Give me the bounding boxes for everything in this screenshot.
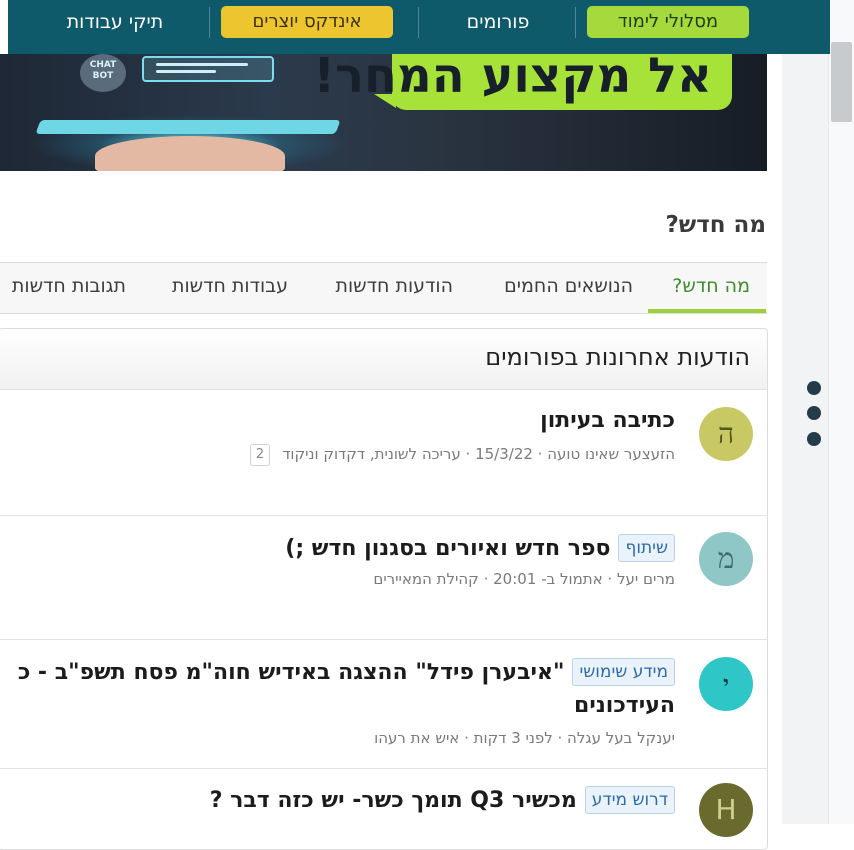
nav-divider [575,7,576,38]
nav-portfolios-link[interactable]: תיקי עבודות [30,6,200,38]
post-prefix-tag[interactable]: מידע שימושי [572,658,675,686]
post-title-continued[interactable]: העידכונים [574,693,675,718]
more-menu-dot-icon[interactable] [807,432,821,446]
post-title-row[interactable]: מידע שימושי "איבערן פידל" ההצגה באידיש חו… [18,658,675,686]
post-meta-text: הזעצער שאינו טועה · 15/3/22 · עריכה לשונ… [282,445,675,463]
post-title[interactable]: ספר חדש ואיורים בסגנון חדש ;) [285,536,610,561]
nav-creators-index-button[interactable]: אינדקס יוצרים [221,6,393,38]
avatar[interactable]: H [699,783,753,837]
list-item[interactable]: י מידע שימושי "איבערן פידל" ההצגה באידיש … [0,640,767,769]
scrollbar-track[interactable] [828,0,854,824]
tab-new-posts[interactable]: הודעות חדשות [336,275,453,297]
post-title[interactable]: "איבערן פידל" ההצגה באידיש חוה"מ פסח תשפ… [18,660,565,685]
nav-divider [209,7,210,38]
post-title-row[interactable]: שיתוף ספר חדש ואיורים בסגנון חדש ;) [285,534,675,562]
tab-whats-new[interactable]: מה חדש? [672,275,750,297]
list-item[interactable]: ה כתיבה בעיתון הזעצער שאינו טועה · 15/3/… [0,390,767,516]
page-count-badge[interactable]: 2 [249,444,271,466]
post-title[interactable]: מכשיר Q3 תומך כשר- יש כזה דבר ? [210,788,577,813]
tab-hot-topics[interactable]: הנושאים החמים [504,275,633,297]
tablet-illustration [35,120,341,134]
avatar[interactable]: מ [699,532,753,586]
scrollbar-thumb[interactable] [831,42,852,122]
post-prefix-tag[interactable]: שיתוף [618,534,675,562]
promo-banner[interactable]: CHAT BOT אל מקצוע המחר! [0,54,767,171]
hand-illustration [95,136,285,171]
whats-new-heading: מה חדש? [665,212,766,238]
list-item[interactable]: מ שיתוף ספר חדש ואיורים בסגנון חדש ;) מרי… [0,516,767,640]
panel-title: הודעות אחרונות בפורומים [485,343,750,371]
top-nav-bar: מסלולי לימוד פורומים אינדקס יוצרים תיקי … [8,0,830,54]
tab-new-works[interactable]: עבודות חדשות [172,275,288,297]
chat-screen-illustration [142,56,274,82]
post-meta: יענקל בעל עגלה · לפני 3 דקות · איש את רע… [374,729,675,747]
post-meta: הזעצער שאינו טועה · 15/3/22 · עריכה לשונ… [249,444,675,466]
post-meta: מרים יעל · אתמול ב- 20:01 · קהילת המאייר… [373,570,675,588]
avatar[interactable]: י [699,657,753,711]
nav-divider [418,7,419,38]
latest-forum-posts-panel: הודעות אחרונות בפורומים ה כתיבה בעיתון ה… [0,328,768,850]
tab-new-replies[interactable]: תגובות חדשות [12,275,126,297]
chatbot-icon: CHAT BOT [80,54,126,92]
whats-new-tabs: מה חדש? הנושאים החמים הודעות חדשות עבודו… [0,262,767,314]
post-title-row[interactable]: דרוש מידע מכשיר Q3 תומך כשר- יש כזה דבר ? [210,786,675,814]
list-item[interactable]: H דרוש מידע מכשיר Q3 תומך כשר- יש כזה דבר… [0,769,767,849]
more-menu-dot-icon[interactable] [807,406,821,420]
nav-forums-link[interactable]: פורומים [428,6,568,38]
panel-header: הודעות אחרונות בפורומים [0,329,767,390]
nav-learning-paths-button[interactable]: מסלולי לימוד [587,6,749,38]
screen-line [156,70,216,73]
avatar[interactable]: ה [699,407,753,461]
post-title[interactable]: כתיבה בעיתון [540,408,675,433]
banner-headline: אל מקצוע המחר! [313,54,712,104]
active-tab-indicator [648,309,766,313]
post-prefix-tag[interactable]: דרוש מידע [584,786,675,814]
screen-line [156,63,248,66]
more-menu-dot-icon[interactable] [807,381,821,395]
